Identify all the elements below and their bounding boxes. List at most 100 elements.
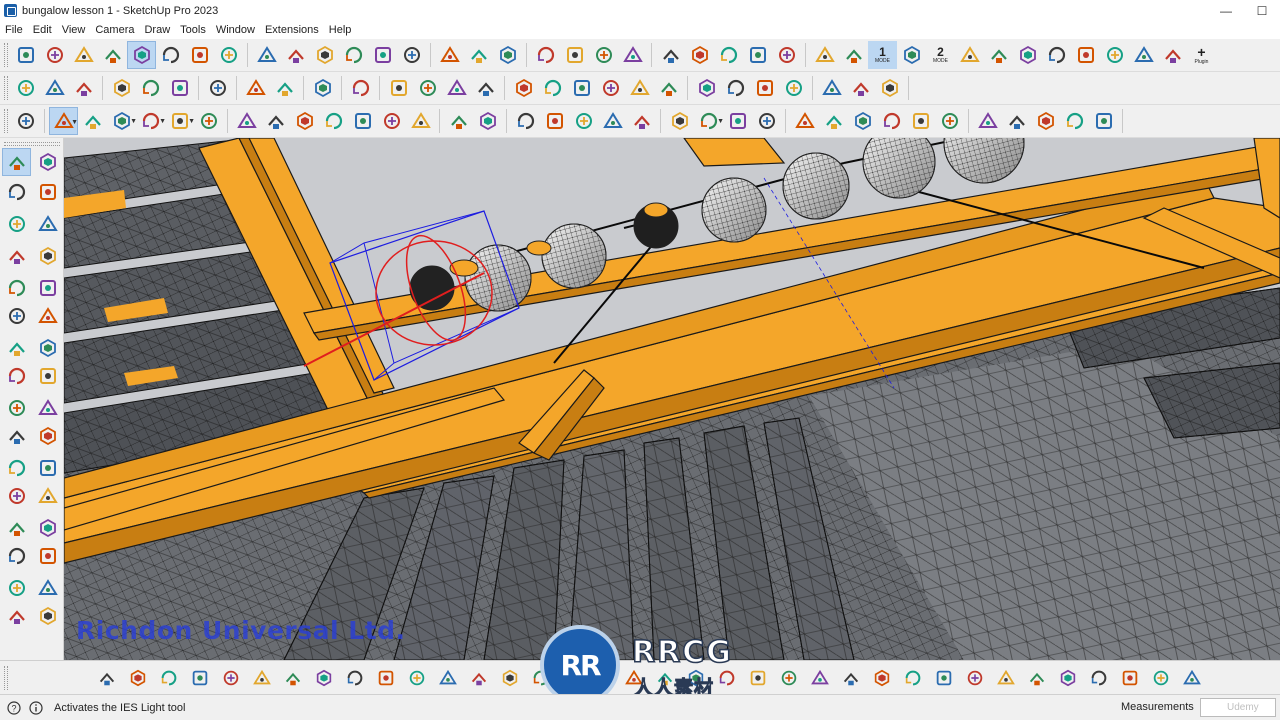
bt-8-button[interactable] — [308, 663, 339, 693]
left-toolbar-grip[interactable] — [4, 142, 60, 146]
push-pull-button[interactable] — [194, 107, 223, 135]
erase-button[interactable] — [203, 74, 232, 102]
stairs-button[interactable] — [973, 107, 1002, 135]
leaf-button[interactable] — [368, 41, 397, 69]
hand-tool-button[interactable] — [33, 602, 62, 630]
sliders-button[interactable] — [839, 41, 868, 69]
solid-cube-button[interactable] — [846, 74, 875, 102]
pan-button[interactable] — [473, 107, 502, 135]
house-b-button[interactable] — [877, 107, 906, 135]
section-a-button[interactable] — [569, 107, 598, 135]
bt-22-button[interactable] — [742, 663, 773, 693]
bt-35-button[interactable] — [1145, 663, 1176, 693]
toolbar-3-grip[interactable] — [4, 109, 8, 133]
house-a-button[interactable] — [848, 107, 877, 135]
shrub-button[interactable] — [779, 74, 808, 102]
three-point-arc-tool-button[interactable] — [2, 362, 31, 390]
copy-button[interactable] — [136, 74, 165, 102]
materials-button[interactable] — [752, 107, 781, 135]
bt-3-button[interactable] — [153, 663, 184, 693]
polygon-tool-button[interactable] — [33, 302, 62, 330]
fill-button[interactable]: ▼ — [165, 107, 195, 135]
star-light-button[interactable] — [156, 41, 185, 69]
scale-tool-button[interactable] — [2, 454, 31, 482]
bt-24-button[interactable] — [804, 663, 835, 693]
right-view-button[interactable] — [596, 74, 625, 102]
follow-me-tool-button[interactable] — [33, 422, 62, 450]
bt-28-button[interactable] — [928, 663, 959, 693]
download-red-button[interactable] — [1129, 41, 1158, 69]
bt-32-button[interactable] — [1052, 663, 1083, 693]
flag-c-button[interactable] — [1042, 41, 1071, 69]
bt-31-button[interactable] — [1021, 663, 1052, 693]
iso-view-button[interactable] — [509, 74, 538, 102]
sphere-light-button[interactable] — [214, 41, 243, 69]
box-button[interactable] — [281, 41, 310, 69]
dome-light-button[interactable] — [185, 41, 214, 69]
toolbar-2-grip[interactable] — [4, 76, 8, 100]
ball-button[interactable] — [743, 41, 772, 69]
info-status-icon[interactable] — [28, 700, 44, 716]
menu-file[interactable]: File — [0, 21, 28, 39]
component-c-button[interactable] — [442, 74, 471, 102]
menu-window[interactable]: Window — [211, 21, 260, 39]
menu-camera[interactable]: Camera — [90, 21, 139, 39]
section-b-button[interactable] — [598, 107, 627, 135]
shapes-alt-button[interactable] — [589, 41, 618, 69]
component-b-button[interactable] — [413, 74, 442, 102]
flag-d-button[interactable] — [1071, 41, 1100, 69]
bt-29-button[interactable] — [959, 663, 990, 693]
follow-me-button[interactable] — [232, 107, 261, 135]
3d-text-tool-button[interactable] — [33, 574, 62, 602]
front-view-button[interactable] — [567, 74, 596, 102]
redo-button[interactable] — [270, 74, 299, 102]
rotated-rect-tool-button[interactable] — [33, 274, 62, 302]
zoom-button[interactable] — [11, 107, 40, 135]
bt-4-button[interactable] — [184, 663, 215, 693]
bt-5-button[interactable] — [215, 663, 246, 693]
menu-view[interactable]: View — [57, 21, 91, 39]
eraser-button[interactable] — [78, 107, 107, 135]
pie-tool-button[interactable] — [33, 362, 62, 390]
section-d-button[interactable] — [665, 107, 694, 135]
component-d-button[interactable] — [471, 74, 500, 102]
dropdown-caret-icon[interactable]: ▼ — [71, 119, 78, 126]
bt-36-button[interactable] — [1176, 663, 1207, 693]
ies-light-button[interactable] — [127, 41, 156, 69]
camera-tripod-button[interactable] — [252, 41, 281, 69]
share-button[interactable] — [531, 41, 560, 69]
bt-23-button[interactable] — [773, 663, 804, 693]
paint-button[interactable] — [406, 107, 435, 135]
bird-button[interactable] — [1158, 41, 1187, 69]
component-a-button[interactable] — [384, 74, 413, 102]
bt-34-button[interactable] — [1114, 663, 1145, 693]
section-e-button[interactable]: ▼ — [694, 107, 724, 135]
box-open-button[interactable] — [310, 41, 339, 69]
textured-cube-button[interactable] — [875, 74, 904, 102]
cone-light-button[interactable] — [98, 41, 127, 69]
bt-26-button[interactable] — [866, 663, 897, 693]
grass-small-button[interactable] — [721, 74, 750, 102]
axes-tool-button[interactable] — [2, 482, 31, 510]
offset-tool-button[interactable] — [33, 454, 62, 482]
arc-tool-button[interactable] — [2, 334, 31, 362]
tag-tool-button[interactable] — [33, 210, 62, 238]
minimize-button[interactable]: — — [1208, 0, 1244, 21]
window-b-button[interactable] — [1031, 107, 1060, 135]
select-tool-button[interactable] — [2, 148, 31, 176]
hand-button[interactable] — [955, 41, 984, 69]
bt-2-button[interactable] — [122, 663, 153, 693]
frame-button[interactable] — [397, 41, 426, 69]
orbit-small-button[interactable] — [2, 602, 31, 630]
offset-button[interactable] — [348, 107, 377, 135]
select-button[interactable]: ▼ — [49, 107, 78, 135]
zoom-extents-button[interactable] — [540, 107, 569, 135]
bt-1-button[interactable] — [91, 663, 122, 693]
terrain-button[interactable] — [935, 107, 964, 135]
spot-light-button[interactable] — [40, 41, 69, 69]
sphere-mesh-button[interactable] — [714, 41, 743, 69]
styles-button[interactable] — [723, 107, 752, 135]
wire-cube-button[interactable] — [817, 74, 846, 102]
layers-button[interactable] — [772, 41, 801, 69]
position-camera-button[interactable] — [33, 482, 62, 510]
